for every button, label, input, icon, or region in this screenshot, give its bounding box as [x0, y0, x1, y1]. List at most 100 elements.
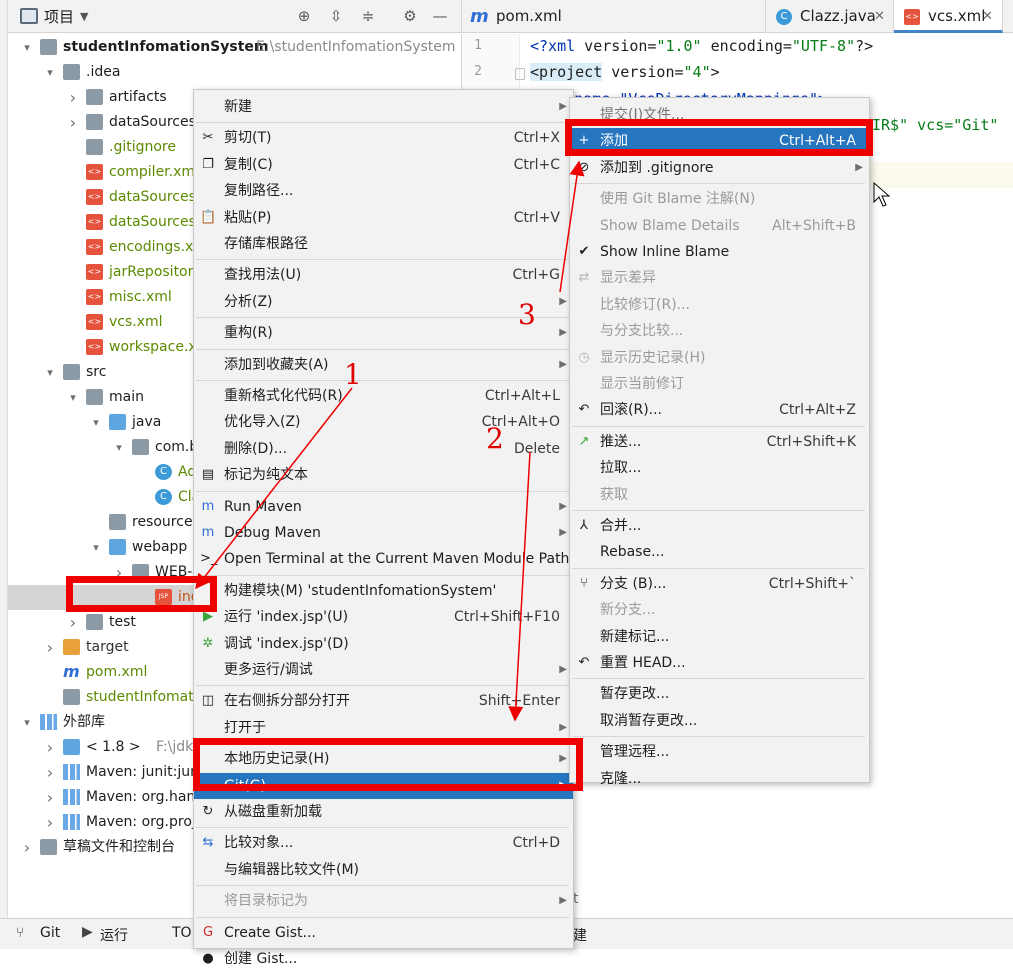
collapse-all-icon[interactable]: ≑ — [358, 6, 378, 26]
tab-pom-xml[interactable]: m pom.xml (studentInfomationSystem) — [462, 0, 766, 58]
chevron-right-icon[interactable]: › — [43, 785, 57, 810]
context_menu-item[interactable]: Git(G) ▶ — [194, 772, 573, 799]
context_menu-item[interactable]: 删除(D)... Delete — [194, 436, 573, 462]
git_submenu-item[interactable]: 新建标记... — [570, 624, 869, 650]
context_menu-item[interactable]: >_ Open Terminal at the Current Maven Mod… — [194, 546, 573, 572]
chevron-down-icon[interactable]: ▾ — [43, 360, 57, 385]
context_menu-item[interactable]: 添加到收藏夹(A) ▶ — [194, 352, 573, 378]
git-branch-icon: ⑂ — [16, 925, 25, 941]
chevron-right-icon[interactable]: › — [66, 110, 80, 135]
git_submenu-item[interactable]: 取消暂存更改... — [570, 708, 869, 734]
chevron-right-icon[interactable]: › — [43, 635, 57, 660]
git_submenu-item[interactable]: 拉取... — [570, 455, 869, 481]
chevron-down-icon[interactable]: ▾ — [112, 435, 126, 460]
context_menu-item[interactable]: 分析(Z) ▶ — [194, 289, 573, 315]
git_submenu-item[interactable]: ⊘ 添加到 .gitignore ▶ — [570, 155, 869, 181]
context_menu-item[interactable]: ⇆ 比较对象... Ctrl+D — [194, 830, 573, 856]
locate-icon[interactable]: ⊕ — [294, 6, 314, 26]
context_menu-item[interactable]: 与编辑器比较文件(M) — [194, 857, 573, 883]
tree-item[interactable]: ▾ .idea — [8, 60, 461, 85]
split-icon: ◫ — [201, 693, 215, 709]
context_menu-item[interactable]: 存储库根路径 — [194, 231, 573, 257]
build-tool-button[interactable]: 建 — [573, 925, 587, 945]
chevron-down-icon[interactable]: ▾ — [66, 385, 80, 410]
context_menu-item[interactable]: 更多运行/调试 ▶ — [194, 657, 573, 683]
chevron-right-icon[interactable]: › — [43, 810, 57, 835]
git_submenu-item[interactable]: Rebase... — [570, 539, 869, 565]
context_menu-item[interactable]: ✂ 剪切(T) Ctrl+X — [194, 125, 573, 151]
project-panel-title[interactable]: 项目 — [44, 6, 74, 27]
chevron-right-icon[interactable]: › — [43, 760, 57, 785]
context_menu-item[interactable]: 复制路径... — [194, 178, 573, 204]
git_submenu-item[interactable]: 暂存更改... — [570, 681, 869, 707]
expand-all-icon[interactable]: ⇳ — [326, 6, 346, 26]
context_menu-item[interactable]: ● 创建 Gist... — [194, 946, 573, 972]
git_submenu-item[interactable]: ✔ Show Inline Blame — [570, 239, 869, 265]
chevron-right-icon[interactable]: › — [43, 735, 57, 760]
plus-icon: + — [578, 133, 590, 149]
git_submenu-item: ◷ 显示历史记录(H) — [570, 345, 869, 371]
context_menu-item[interactable]: ▶ 运行 'index.jsp'(U) Ctrl+Shift+F10 — [194, 604, 573, 630]
chevron-down-icon[interactable]: ▾ — [20, 710, 34, 735]
library-icon — [40, 714, 57, 730]
close-icon[interactable]: ✕ — [982, 0, 993, 33]
chevron-right-icon[interactable]: › — [66, 85, 80, 110]
context_menu-item[interactable]: G Create Gist... — [194, 920, 573, 946]
tree-item-label: studentInfomationSystem — [63, 39, 269, 55]
context_menu-item[interactable]: m Run Maven ▶ — [194, 494, 573, 520]
chevron-right-icon[interactable]: › — [66, 610, 80, 635]
context_menu-item[interactable]: ❐ 复制(C) Ctrl+C — [194, 152, 573, 178]
tree-item-label: pom.xml — [86, 664, 148, 680]
context_menu-item[interactable]: 打开于 ▶ — [194, 715, 573, 741]
run-tool-button[interactable]: 运行 — [100, 925, 128, 945]
git_submenu-item-label: 新建标记... — [600, 628, 670, 645]
git_submenu-item[interactable]: ⅄ 合并... — [570, 513, 869, 539]
code-line-1: <?xml version="1.0" encoding="UTF-8"?> — [530, 37, 874, 55]
chevron-right-icon: ▶ — [559, 753, 567, 765]
chevron-down-icon[interactable]: ▾ — [89, 535, 103, 560]
chevron-down-icon[interactable]: ▼ — [80, 10, 88, 23]
context_menu-item[interactable]: 📋 粘贴(P) Ctrl+V — [194, 205, 573, 231]
chevron-down-icon[interactable]: ▾ — [20, 35, 34, 60]
git_submenu-item[interactable]: 提交(I)文件... — [570, 102, 869, 128]
git_submenu-item-shortcut: Ctrl+Shift+K — [766, 433, 856, 450]
context_menu-item[interactable]: 重新格式化代码(R) Ctrl+Alt+L — [194, 383, 573, 409]
git_submenu-item[interactable]: ↶ 回滚(R)... Ctrl+Alt+Z — [570, 397, 869, 423]
git-tool-button[interactable]: Git — [40, 925, 60, 941]
chevron-right-icon: ▶ — [559, 358, 567, 370]
gear-icon[interactable]: ⚙ — [400, 6, 420, 26]
git_submenu-item[interactable]: 克隆... — [570, 766, 869, 792]
chevron-down-icon[interactable]: ▾ — [89, 410, 103, 435]
context_menu-item[interactable]: 本地历史记录(H) ▶ — [194, 746, 573, 772]
context_menu-item[interactable]: ◫ 在右侧拆分部分打开 Shift+Enter — [194, 688, 573, 714]
chevron-down-icon[interactable]: ▾ — [43, 60, 57, 85]
git_submenu-item-label: Rebase... — [600, 544, 665, 561]
context_menu-item[interactable]: 优化导入(Z) Ctrl+Alt+O — [194, 409, 573, 435]
tab-vcs-xml[interactable]: <> vcs.xml ✕ — [894, 0, 1003, 33]
git_submenu-item[interactable]: ↶ 重置 HEAD... — [570, 650, 869, 676]
web-folder-icon — [109, 539, 126, 555]
context_menu-item-label: 比较对象... — [224, 835, 294, 852]
context-menu[interactable]: 新建 ▶ ✂ 剪切(T) Ctrl+X ❐ 复制(C) Ctrl+C 复制路径... 📋 粘贴(P)… — [193, 89, 574, 967]
git_submenu-item[interactable]: ↗ 推送... Ctrl+Shift+K — [570, 429, 869, 455]
git_submenu-item[interactable]: ⑂ 分支 (B)... Ctrl+Shift+` — [570, 571, 869, 597]
tree-item[interactable]: ▾ studentInfomationSystem E:\studentInfoma… — [8, 35, 461, 60]
hide-icon[interactable]: — — [430, 6, 450, 26]
context_menu-item[interactable]: 重构(R) ▶ — [194, 320, 573, 346]
fold-icon[interactable] — [515, 68, 525, 80]
gitignore-icon — [86, 139, 103, 155]
context_menu-item[interactable]: m Debug Maven ▶ — [194, 520, 573, 546]
close-icon[interactable]: ✕ — [874, 0, 885, 33]
context_menu-item[interactable]: 新建 ▶ — [194, 94, 573, 120]
tab-clazz-java[interactable]: C Clazz.java ✕ — [766, 0, 894, 33]
chevron-right-icon[interactable]: › — [20, 835, 34, 860]
context_menu-item[interactable]: 构建模块(M) 'studentInfomationSystem' — [194, 578, 573, 604]
git_submenu-item[interactable]: 管理远程... — [570, 739, 869, 765]
context_menu-item[interactable]: 查找用法(U) Ctrl+G — [194, 262, 573, 288]
git_submenu-item[interactable]: + 添加 Ctrl+Alt+A — [570, 128, 869, 155]
context_menu-item[interactable]: ▤ 标记为纯文本 — [194, 462, 573, 488]
context_menu-item[interactable]: ↻ 从磁盘重新加载 — [194, 799, 573, 825]
git-submenu[interactable]: 提交(I)文件... + 添加 Ctrl+Alt+A ⊘ 添加到 .gitignore ▶ 使… — [569, 97, 870, 787]
context_menu-item[interactable]: ✲ 调试 'index.jsp'(D) — [194, 631, 573, 657]
chevron-right-icon[interactable]: › — [112, 560, 126, 585]
